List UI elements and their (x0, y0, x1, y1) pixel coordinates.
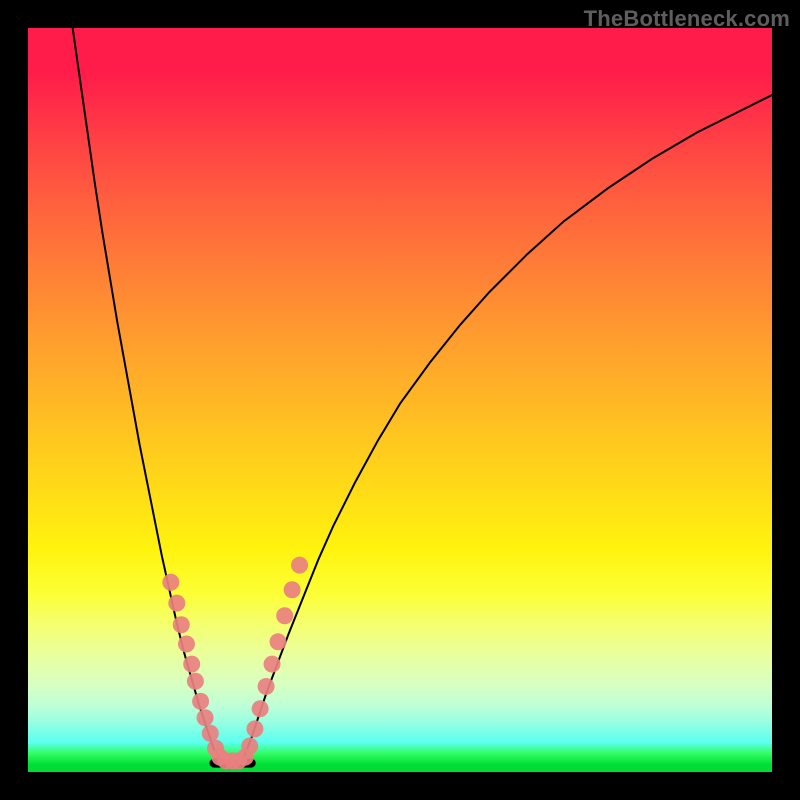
highlight-dot (252, 700, 269, 717)
chart-svg (28, 28, 772, 772)
series-right-curve (244, 95, 772, 757)
highlight-dot (284, 581, 301, 598)
highlight-dot (276, 607, 293, 624)
highlight-dot (258, 678, 275, 695)
highlight-dot (241, 737, 258, 754)
highlight-dot (246, 720, 263, 737)
highlight-dot (162, 574, 179, 591)
highlight-dot (264, 656, 281, 673)
highlight-dot (168, 595, 185, 612)
highlight-dot (183, 656, 200, 673)
highlight-dot (173, 616, 190, 633)
highlight-dot (197, 709, 214, 726)
series-left-curve (73, 28, 222, 761)
chart-frame: TheBottleneck.com (0, 0, 800, 800)
highlight-dot (192, 693, 209, 710)
highlight-dot (178, 636, 195, 653)
marker-layer (162, 557, 308, 770)
watermark-text: TheBottleneck.com (584, 6, 790, 32)
highlight-dot (291, 557, 308, 574)
highlight-dot (187, 673, 204, 690)
highlight-dot (202, 725, 219, 742)
highlight-dot (269, 633, 286, 650)
curve-layer (73, 28, 772, 763)
